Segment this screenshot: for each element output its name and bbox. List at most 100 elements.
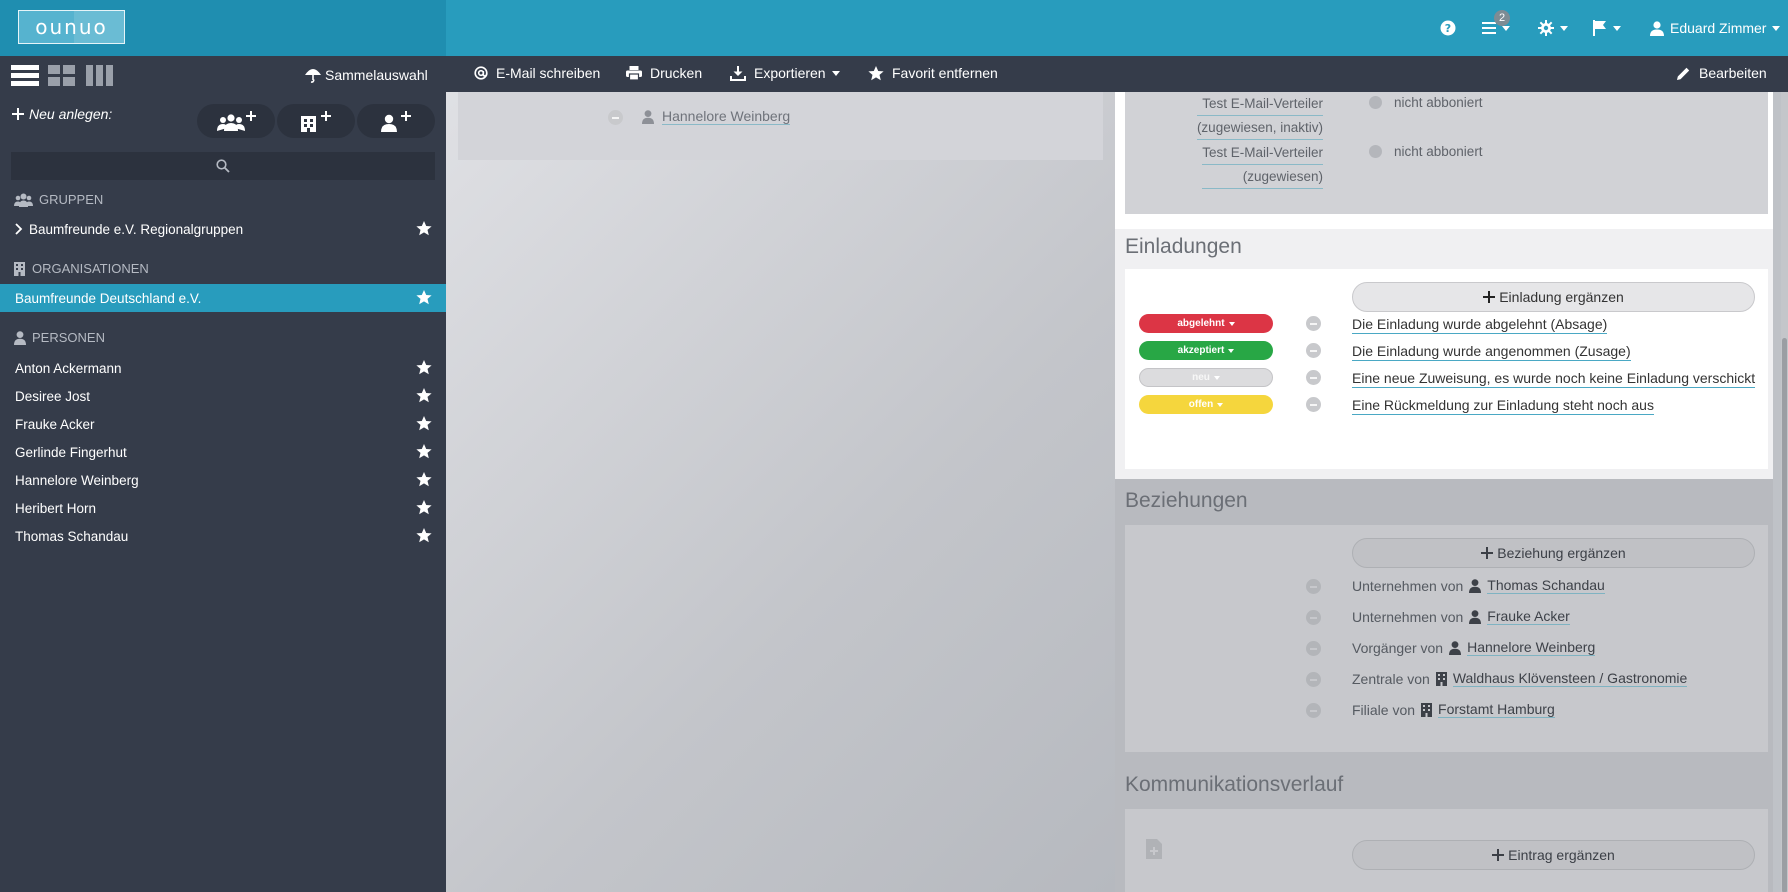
export-dropdown[interactable]: Exportieren [730, 65, 840, 81]
sidebar-item-group[interactable]: Baumfreunde e.V. Regionalgruppen [0, 215, 446, 243]
remove-icon[interactable] [608, 110, 623, 125]
add-entry-button[interactable]: Eintrag ergänzen [1352, 840, 1755, 870]
plus-icon [1481, 547, 1494, 559]
chevron-down-icon [1613, 25, 1621, 31]
distribution-label[interactable]: Test E-Mail-Verteiler (zugewiesen, inakt… [1196, 92, 1323, 140]
umbrella-icon [305, 69, 321, 83]
invitation-description[interactable]: Die Einladung wurde abgelehnt (Absage) [1352, 315, 1608, 334]
remove-icon[interactable] [1306, 397, 1321, 412]
edit-button[interactable]: Bearbeiten [1676, 65, 1767, 81]
add-invitation-button[interactable]: Einladung ergänzen [1352, 282, 1755, 312]
add-group-icon [217, 111, 256, 131]
status-badge-abgelehnt[interactable]: abgelehnt [1139, 314, 1273, 333]
persons-section-header: PERSONEN [14, 330, 105, 345]
sidebar-item-person[interactable]: Hannelore Weinberg [0, 466, 446, 494]
add-relation-button[interactable]: Beziehung ergänzen [1352, 538, 1755, 568]
plus-icon [12, 108, 24, 120]
star-icon[interactable] [416, 444, 432, 459]
sidebar-item-person[interactable]: Desiree Jost [0, 382, 446, 410]
printer-icon [626, 66, 642, 80]
sidebar-item-person[interactable]: Anton Ackermann [0, 354, 446, 382]
sammelauswahl-button[interactable]: Sammelauswahl [305, 67, 428, 83]
list-view-icon[interactable] [11, 64, 39, 86]
star-icon[interactable] [416, 528, 432, 543]
star-icon[interactable] [416, 388, 432, 403]
star-icon[interactable] [416, 290, 432, 305]
remove-icon[interactable] [1306, 610, 1321, 625]
status-dot-icon [1369, 96, 1382, 109]
remove-favorite-button[interactable]: Favorit entfernen [868, 65, 998, 81]
middle-panel-overlay: Hannelore Weinberg [446, 92, 1115, 892]
middle-person-link[interactable]: Hannelore Weinberg [642, 108, 791, 125]
settings-menu[interactable] [1538, 16, 1568, 40]
sidebar-item-person[interactable]: Thomas Schandau [0, 522, 446, 550]
invitation-description[interactable]: Eine Rückmeldung zur Einladung steht noc… [1352, 396, 1654, 415]
users-icon [14, 193, 33, 207]
person-icon [1469, 609, 1482, 624]
add-organization-button[interactable] [277, 104, 355, 138]
top-bar-brand-area: ounuo [0, 0, 446, 56]
sidebar-item-person[interactable]: Heribert Horn [0, 494, 446, 522]
relation-link[interactable]: Thomas Schandau [1487, 577, 1605, 594]
sidebar-search-input[interactable] [11, 152, 435, 180]
at-icon [474, 66, 488, 80]
star-icon[interactable] [416, 221, 432, 236]
invitation-description[interactable]: Die Einladung wurde angenommen (Zusage) [1352, 342, 1631, 361]
invitations-title: Einladungen [1125, 235, 1242, 258]
star-icon[interactable] [416, 500, 432, 515]
distribution-label[interactable]: Test E-Mail-Verteiler (zugewiesen) [1202, 141, 1323, 189]
distribution-list-card: Test E-Mail-Verteiler (zugewiesen, inakt… [1125, 92, 1768, 214]
sidebar-item-person[interactable]: Frauke Acker [0, 410, 446, 438]
remove-icon[interactable] [1306, 370, 1321, 385]
star-icon[interactable] [416, 472, 432, 487]
person-icon [1449, 640, 1462, 655]
distribution-list-area: Test E-Mail-Verteiler (zugewiesen, inakt… [1115, 92, 1773, 229]
relation-row: Filiale von Forstamt Hamburg [1352, 701, 1555, 718]
flag-menu[interactable] [1593, 16, 1621, 40]
relation-link[interactable]: Hannelore Weinberg [1467, 639, 1596, 656]
remove-icon[interactable] [1306, 703, 1321, 718]
building-icon [14, 261, 25, 276]
help-icon[interactable]: ? [1440, 16, 1456, 40]
pencil-icon [1677, 67, 1690, 80]
sidebar-item-person[interactable]: Gerlinde Fingerhut [0, 438, 446, 466]
relation-link[interactable]: Frauke Acker [1487, 608, 1570, 625]
remove-icon[interactable] [1306, 579, 1321, 594]
gear-icon [1538, 20, 1554, 36]
tasks-menu[interactable]: 2 [1482, 10, 1510, 40]
add-group-button[interactable] [197, 104, 275, 138]
email-button[interactable]: E-Mail schreiben [474, 65, 600, 81]
status-badge-neu[interactable]: neu [1139, 368, 1273, 387]
remove-icon[interactable] [1306, 343, 1321, 358]
building-icon [1421, 702, 1433, 717]
add-person-icon [381, 111, 411, 132]
relation-row: Unternehmen von Frauke Acker [1352, 608, 1570, 625]
scrollbar-thumb[interactable] [1782, 338, 1787, 892]
add-person-button[interactable] [357, 104, 435, 138]
grid-view-icon[interactable] [48, 64, 76, 86]
print-button[interactable]: Drucken [626, 65, 702, 81]
status-badge-offen[interactable]: offen [1139, 395, 1273, 414]
star-icon[interactable] [416, 416, 432, 431]
invitations-section: Einladungen Einladung ergänzen abgelehnt… [1115, 229, 1773, 479]
invitation-description[interactable]: Eine neue Zuweisung, es wurde noch keine… [1352, 369, 1756, 388]
star-icon [868, 65, 884, 80]
relation-row: Unternehmen von Thomas Schandau [1352, 577, 1605, 594]
user-menu[interactable]: Eduard Zimmer [1650, 16, 1781, 40]
relation-link[interactable]: Waldhaus Klövensteen / Gastronomie [1452, 670, 1688, 687]
scrollbar[interactable] [1781, 92, 1788, 892]
star-icon[interactable] [416, 360, 432, 375]
relation-link[interactable]: Forstamt Hamburg [1438, 701, 1555, 718]
remove-icon[interactable] [1306, 641, 1321, 656]
sidebar-item-organization[interactable]: Baumfreunde Deutschland e.V. [0, 284, 446, 312]
remove-icon[interactable] [1306, 672, 1321, 687]
column-view-icon[interactable] [86, 64, 114, 86]
tasks-badge: 2 [1494, 10, 1510, 26]
chevron-right-icon [15, 223, 23, 235]
relation-row: Vorgänger von Hannelore Weinberg [1352, 639, 1596, 656]
relation-row: Zentrale von Waldhaus Klövensteen / Gast… [1352, 670, 1688, 687]
app-logo[interactable]: ounuo [18, 10, 125, 44]
remove-icon[interactable] [1306, 316, 1321, 331]
add-file-icon[interactable] [1146, 839, 1162, 859]
status-badge-akzeptiert[interactable]: akzeptiert [1139, 341, 1273, 360]
